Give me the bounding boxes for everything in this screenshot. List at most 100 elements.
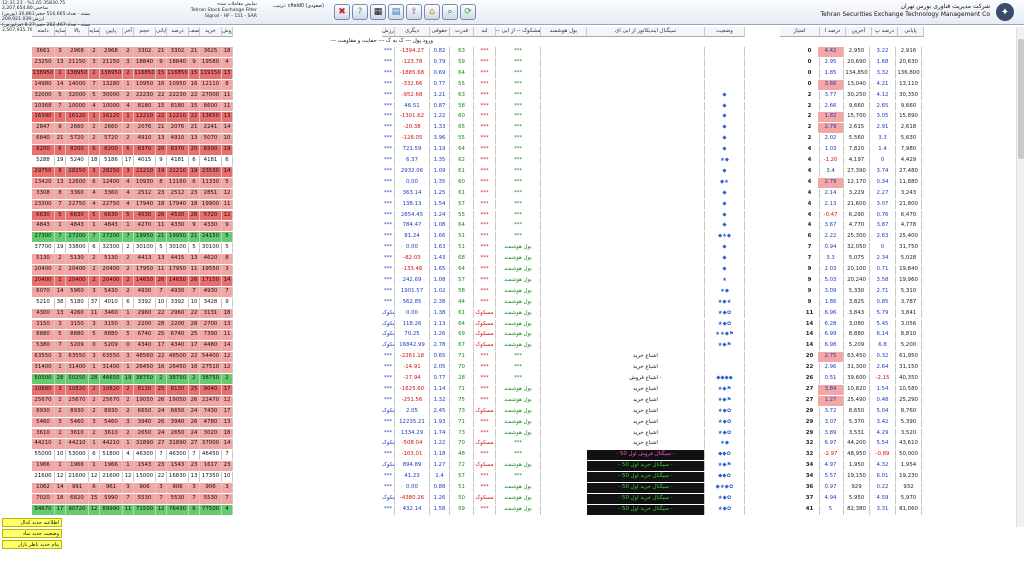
price-cell: 22 (189, 308, 200, 319)
last-price-cell: 15,700 (844, 112, 870, 123)
table-row[interactable]: 5130 2 5130 2 5130 2 4413 13 4415 13 4620 8 *** -82.0… (0, 254, 1024, 264)
header-cell[interactable]: سیگنال ابندیکاتور از ابی ای (587, 27, 705, 37)
table-row[interactable]: 13420 13 12600 6 12400 4 10930 8 11160 6 11330 5 ***… (0, 177, 1024, 188)
header-cell[interactable]: خرید (200, 27, 222, 37)
header-cell[interactable]: بالا (66, 27, 89, 37)
header-cell[interactable]: دامنه (32, 27, 55, 37)
header-cell[interactable]: لبه (474, 27, 496, 37)
close-icon[interactable]: ✖ (334, 4, 350, 20)
header-cell[interactable]: پایانی (898, 27, 924, 37)
grid-icon[interactable]: ▦ (370, 4, 386, 20)
table-row[interactable]: 196611966119661154323154323161723مسکوک89… (0, 461, 1024, 472)
header-cell[interactable]: سایه (55, 27, 66, 37)
stars-cell: *** (382, 450, 395, 461)
header-cell[interactable]: امتیاز (780, 27, 820, 37)
ratio-cell: 1.66 (430, 232, 450, 243)
close-price-cell: 3,243 (896, 188, 922, 199)
table-row[interactable]: 31400 1 31400 1 31400 1 26450 16 26450 16 27510 12 *… (0, 363, 1024, 373)
notify-button[interactable]: اطلاعیه جدید کدال (2, 518, 62, 527)
suspicious-cell: *** (474, 166, 496, 177)
signal-cell (587, 112, 705, 123)
table-row[interactable]: 5288 19 5240 18 5186 17 4015 9 4181 6 4181 6 *** 6.37… (0, 156, 1024, 166)
table-row[interactable]: 8200 6 8200 6 8200 6 6370 20 6370 20 6500 19 *** 721.… (0, 145, 1024, 155)
table-row[interactable]: 6840 21 5720 2 5720 2 4910 13 4910 13 5070 10 *** -12… (0, 134, 1024, 145)
table-row[interactable]: 10880 3 10820 2 10820 2 8130 25 8130 25 9040 17 *** -… (0, 384, 1024, 395)
table-row[interactable]: 14980 14 14000 7 13280 1 10950 16 10950 16 12110 8 *… (0, 79, 1024, 90)
table-row[interactable]: 50500 28 50250 28 46650 19 38750 2 38750 2 38750 2 *… (0, 374, 1024, 384)
table-row[interactable]: 29750 8 28250 3 28250 3 22210 19 22210 19 23530 14 *… (0, 166, 1024, 177)
header-cell[interactable]: دیگری (395, 27, 430, 37)
table-row[interactable]: 25670 2 25670 2 25670 2 19050 26 19050 26 22470 12 *… (0, 395, 1024, 406)
table-row[interactable]: 21600 12 21600 12 21600 12 15000 22 16830 13 17350… (0, 472, 1024, 482)
stock-filter-table: دامنهسایهبالاسایهپایینآخرحجمپایانیدرصدصف… (0, 27, 1024, 515)
table-row[interactable]: 55000 10 53000 6 51800 4 46300 7 46300 7 46450 7 ***… (0, 450, 1024, 461)
refresh-icon[interactable]: ⟳ (460, 4, 476, 20)
table-row[interactable]: 94670 17 90720 12 89990 11 71500 12 76430 6 77500 4… (0, 504, 1024, 515)
header-cell[interactable]: وضعیت (705, 27, 745, 37)
table-row[interactable]: 20400 2 20400 2 20400 2 17950 11 17950 11 19550 3 **… (0, 265, 1024, 275)
table-row[interactable]: 442101442101442101318902731890273700014م… (0, 439, 1024, 450)
header-cell[interactable]: پایانی (156, 27, 167, 37)
table-row[interactable]: 3610 2 3610 2 3610 2 2650 24 2650 24 3020 18 *** 1334… (0, 428, 1024, 439)
document-icon[interactable]: ▤ (388, 4, 404, 20)
table-row[interactable]: 2847 9 2660 2 2660 2 2076 21 2076 21 2241 14 *** -20.… (0, 123, 1024, 134)
price-cell: 48500 (167, 352, 189, 363)
help-icon[interactable]: ? (352, 4, 368, 20)
header-cell[interactable]: درصد (167, 27, 189, 37)
table-row[interactable]: 3661 3 2968 2 2968 2 3302 21 3302 21 3625 18 *** -139… (0, 47, 1024, 57)
price-cell: 8 (55, 188, 66, 199)
table-row[interactable]: 20400 2 20400 2 20400 2 14650 26 14650 26 17150 14 *… (0, 275, 1024, 286)
header-cell[interactable]: آخرین (846, 27, 872, 37)
price-cell: 44210 (100, 439, 123, 450)
table-row[interactable]: 63550 3 63550 3 63550 3 48560 22 48500 22 54400 12 *… (0, 352, 1024, 363)
table-row[interactable]: 5460 3 5460 3 5460 3 3940 26 3940 26 4780 13 *** 1223… (0, 417, 1024, 428)
table-row[interactable]: 3308 8 3360 4 3360 4 2512 23 2512 23 2851 12 *** 363.… (0, 188, 1024, 199)
price-cell: 4 (123, 450, 134, 461)
table-row[interactable]: 32000 5 32000 5 30000 2 22230 22 22230 22 27000 11 *… (0, 90, 1024, 101)
table-row[interactable]: 4843 1 4843 1 4843 1 4270 11 4330 9 4330 9 *** 784.47… (0, 221, 1024, 232)
header-cell[interactable]: قدرت (450, 27, 474, 37)
header-cell[interactable]: بول هوشمند (541, 27, 587, 37)
table-row[interactable]: 6070 14 5960 3 5430 2 4930 7 4930 7 4930 7 *** 1901.5… (0, 286, 1024, 297)
header-cell[interactable]: درصد پ (872, 27, 898, 37)
table-row[interactable]: 315033150331503220028220028270013مسکوک11… (0, 319, 1024, 330)
status-icons-cell: ★◆✿ (705, 417, 745, 428)
header-cell[interactable]: آخر (123, 27, 134, 37)
header-cell[interactable]: حجم (134, 27, 156, 37)
header-cell[interactable]: -- مشکوک -- از ابی (496, 27, 541, 37)
table-row[interactable]: 5210 38 5180 37 4010 6 3392 10 3392 10 3428 9 *** 562… (0, 297, 1024, 308)
notify-button[interactable]: پیام جدید ناظر بازار (2, 540, 62, 549)
table-row[interactable]: 37700 19 33800 6 32300 2 30100 5 30100 5 30100 5 ***… (0, 243, 1024, 254)
table-row[interactable]: 70201868201559907553075530755307مسکوک-43… (0, 493, 1024, 504)
table-row[interactable]: 23250 13 21150 3 21150 3 18840 9 18840 9 19580 4 ***… (0, 57, 1024, 68)
table-row[interactable]: 138950 2 138950 2 138950 2 116850 15 116850 15 119… (0, 68, 1024, 79)
search-icon[interactable]: ⌕ (442, 4, 458, 20)
up-icon[interactable]: ⇧ (406, 4, 422, 20)
table-row[interactable]: 23300 7 22750 4 22750 4 17940 18 17940 18 19900 11 *… (0, 199, 1024, 210)
money-flow-cell: -133.46 (395, 265, 430, 275)
header-cell[interactable]: حقوقی (430, 27, 450, 37)
table-row[interactable]: 1062 14 991 6 961 3 906 3 906 3 906 3 *** 0.00 0.88 51 *… (0, 483, 1024, 493)
notify-button[interactable]: وضعیت جدید نماد (2, 529, 62, 538)
vertical-scrollbar[interactable] (1016, 27, 1024, 527)
table-row[interactable]: 538075209052090434017434017448014مسکوک16… (0, 341, 1024, 352)
header-cell[interactable]: ارزش (382, 27, 395, 37)
table-row[interactable]: 43001342601134601296022296022313118مسکوک… (0, 308, 1024, 319)
scrollbar-thumb[interactable] (1018, 39, 1024, 159)
header-cell[interactable]: پایین (100, 27, 123, 37)
close-pct-cell: 4.32 (870, 461, 896, 472)
table-row[interactable]: 6630 5 6630 5 6630 5 4530 26 4530 26 5720 12 *** 2854… (0, 210, 1024, 221)
header-cell[interactable]: فروش (222, 27, 233, 37)
table-row[interactable]: 888058880588805674025674025739011مسکوک70… (0, 330, 1024, 341)
ratio-cell: 2.45 (430, 406, 450, 417)
header-cell[interactable]: صف (189, 27, 200, 37)
ratio-cell: 0.77 (430, 79, 450, 90)
table-row[interactable]: 27300 7 27200 7 27200 7 19950 21 19950 21 24150 5 **… (0, 232, 1024, 243)
table-row[interactable]: 10368 7 10000 4 10000 4 8180 15 8180 15 8600 11 *** 4… (0, 101, 1024, 112)
money-flow-cell: 0.00 (395, 177, 430, 188)
table-row[interactable]: 893028930289302665024665024743017مسکوک2.… (0, 406, 1024, 417)
header-cell[interactable]: سایه (89, 27, 100, 37)
home-icon[interactable]: ⌂ (424, 4, 440, 20)
table-row[interactable]: 16390 3 16120 1 16120 1 12210 22 12210 22 13650 13 *… (0, 112, 1024, 123)
header-cell[interactable]: درصد ا (820, 27, 846, 37)
